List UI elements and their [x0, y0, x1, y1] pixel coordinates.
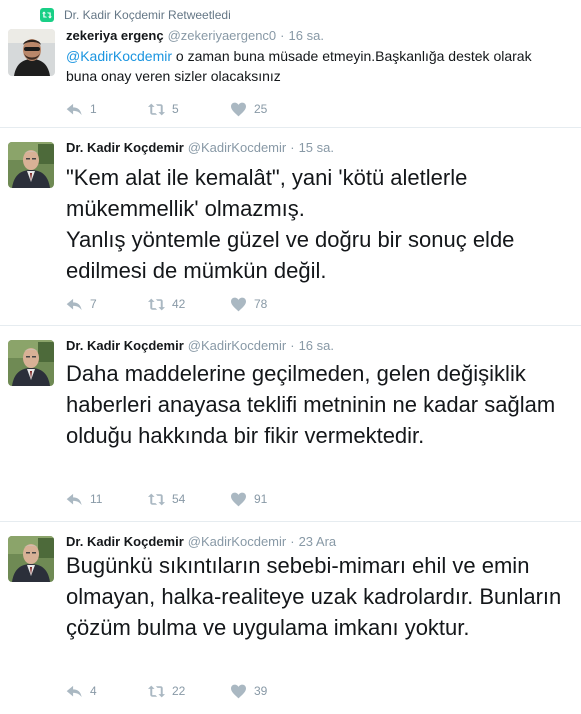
retweet-icon	[148, 492, 165, 507]
reply-button[interactable]: 1	[66, 102, 148, 117]
heart-icon	[230, 297, 247, 312]
fullname[interactable]: zekeriya ergenç	[66, 28, 164, 43]
separator-dot: ·	[290, 534, 295, 549]
timestamp[interactable]: 23 Ara	[299, 534, 337, 549]
fullname[interactable]: Dr. Kadir Koçdemir	[66, 140, 184, 155]
username[interactable]: @KadirKocdemir	[188, 140, 286, 155]
retweet-count: 22	[172, 684, 186, 698]
like-count: 25	[254, 102, 268, 116]
tweet-text: @KadirKocdemir o zaman buna müsade etmey…	[66, 46, 566, 86]
timestamp[interactable]: 16 sa.	[289, 28, 324, 43]
retweet-count: 42	[172, 297, 186, 311]
reply-icon	[66, 684, 83, 699]
tweet-header: Dr. Kadir Koçdemir @KadirKocdemir · 15 s…	[66, 140, 334, 158]
reply-count: 11	[90, 492, 103, 506]
username[interactable]: @KadirKocdemir	[188, 534, 286, 549]
separator-dot: ·	[290, 140, 295, 155]
retweet-icon	[148, 297, 165, 312]
avatar[interactable]	[8, 536, 54, 582]
tweet-actions: 7 42 78	[66, 294, 312, 314]
tweet-text: Bugünkü sıkıntıların sebebi-mimarı ehil …	[66, 553, 562, 640]
reply-count: 1	[90, 102, 97, 116]
tweet[interactable]: Dr. Kadir Koçdemir @KadirKocdemir · 23 A…	[0, 522, 581, 714]
retweet-button[interactable]: 54	[148, 492, 230, 507]
tweet-actions: 1 5 25	[66, 99, 312, 119]
like-button[interactable]: 39	[230, 684, 312, 699]
timestamp[interactable]: 15 sa.	[299, 140, 334, 155]
retweet-icon	[40, 8, 54, 22]
like-button[interactable]: 25	[230, 102, 312, 117]
timestamp[interactable]: 16 sa.	[299, 338, 334, 353]
tweet-text: "Kem alat ile kemalât", yani 'kötü aletl…	[66, 165, 515, 283]
tweet-actions: 11 54 91	[66, 489, 312, 509]
retweet-context[interactable]: Dr. Kadir Koçdemir Retweetledi	[40, 7, 231, 23]
heart-icon	[230, 492, 247, 507]
tweet-actions: 4 22 39	[66, 681, 312, 701]
like-button[interactable]: 91	[230, 492, 312, 507]
retweet-button[interactable]: 22	[148, 684, 230, 699]
reply-icon	[66, 102, 83, 117]
fullname[interactable]: Dr. Kadir Koçdemir	[66, 534, 184, 549]
separator-dot: ·	[280, 28, 285, 43]
reply-count: 7	[90, 297, 97, 311]
username[interactable]: @KadirKocdemir	[188, 338, 286, 353]
reply-button[interactable]: 4	[66, 684, 148, 699]
retweet-icon	[148, 102, 165, 117]
mention-link[interactable]: @KadirKocdemir	[66, 48, 172, 64]
heart-icon	[230, 684, 247, 699]
retweet-button[interactable]: 42	[148, 297, 230, 312]
reply-count: 4	[90, 684, 97, 698]
retweet-count: 54	[172, 492, 186, 506]
avatar[interactable]	[8, 142, 54, 188]
like-button[interactable]: 78	[230, 297, 312, 312]
tweet[interactable]: Dr. Kadir Koçdemir @KadirKocdemir · 15 s…	[0, 128, 581, 326]
separator-dot: ·	[290, 338, 295, 353]
reply-icon	[66, 492, 83, 507]
like-count: 78	[254, 297, 268, 311]
fullname[interactable]: Dr. Kadir Koçdemir	[66, 338, 184, 353]
tweet-header: zekeriya ergenç @zekeriyaergenc0 · 16 sa…	[66, 28, 324, 46]
tweet[interactable]: Dr. Kadir Koçdemir @KadirKocdemir · 16 s…	[0, 326, 581, 522]
username[interactable]: @zekeriyaergenc0	[168, 28, 277, 43]
avatar[interactable]	[8, 340, 54, 386]
heart-icon	[230, 102, 247, 117]
reply-icon	[66, 297, 83, 312]
tweet-header: Dr. Kadir Koçdemir @KadirKocdemir · 16 s…	[66, 338, 334, 356]
like-count: 91	[254, 492, 268, 506]
retweet-icon	[148, 684, 165, 699]
tweet-text: Daha maddelerine geçilmeden, gelen değiş…	[66, 361, 556, 448]
retweet-button[interactable]: 5	[148, 102, 230, 117]
reply-button[interactable]: 11	[66, 492, 148, 507]
retweet-count: 5	[172, 102, 179, 116]
retweet-context-label[interactable]: Dr. Kadir Koçdemir Retweetledi	[64, 8, 231, 22]
like-count: 39	[254, 684, 268, 698]
avatar[interactable]	[8, 29, 55, 76]
reply-button[interactable]: 7	[66, 297, 148, 312]
tweet[interactable]: Dr. Kadir Koçdemir Retweetledi zekeriya …	[0, 0, 581, 128]
